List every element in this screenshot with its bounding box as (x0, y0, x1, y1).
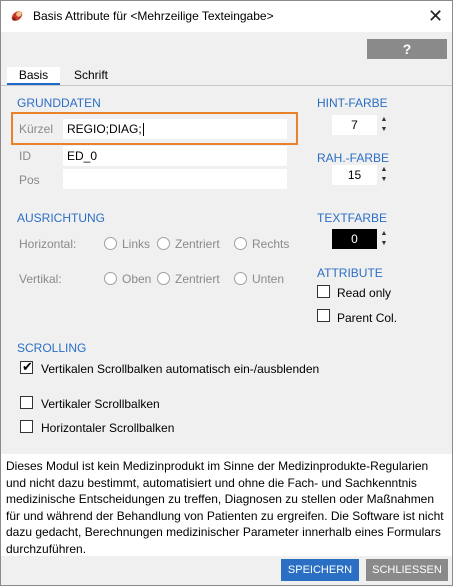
grunddaten-heading: GRUNDDATEN (17, 96, 101, 110)
ausrichtung-heading: AUSRICHTUNG (17, 211, 106, 225)
radio-horizontal-rechts-label: Rechts (252, 237, 290, 251)
kuerzel-value: REGIO;DIAG; (67, 122, 142, 136)
radio-vertikal-oben-label: Oben (122, 272, 152, 286)
rah-farbe-spinner[interactable]: ▲ ▼ (379, 165, 389, 185)
rah-farbe-heading: RAH.-FARBE (317, 151, 390, 165)
close-button[interactable]: SCHLIESSEN (366, 559, 448, 581)
attribute-heading: ATTRIBUTE (317, 266, 383, 280)
read-only-checkbox[interactable] (317, 285, 330, 298)
radio-horizontal-links[interactable] (104, 237, 117, 250)
text-caret (142, 123, 144, 137)
radio-vertikal-oben[interactable] (104, 272, 117, 285)
hint-farbe-spinner[interactable]: ▲ ▼ (379, 115, 389, 135)
notice-line: Dieses Modul ist kein Medizinprodukt im … (6, 459, 429, 473)
horizontal-label: Horizontal: (19, 237, 77, 251)
parent-col-label: Parent Col. (337, 311, 398, 325)
scrolling-heading: SCROLLING (17, 341, 87, 355)
textfarbe-heading: TEXTFARBE (317, 211, 388, 225)
notice-line: medizinische Entscheidungen zu treffen, … (6, 492, 435, 506)
help-button[interactable]: ? (367, 39, 447, 59)
vertical-scrollbar-label: Vertikaler Scrollbalken (41, 397, 160, 411)
notice-line: durchzuführen. (6, 541, 87, 556)
kuerzel-input[interactable]: REGIO;DIAG; (63, 119, 287, 139)
horizontal-scrollbar-label: Horizontaler Scrollbalken (41, 421, 175, 435)
id-input[interactable]: ED_0 (63, 146, 287, 166)
radio-vertikal-unten[interactable] (234, 272, 247, 285)
pos-label: Pos (19, 173, 40, 187)
app-capsule-icon (9, 8, 25, 24)
notice-line: für und während der Behandlung von Patie… (6, 508, 444, 523)
notice-line: dazu gedacht, Berechnungen medizinischer… (6, 525, 441, 539)
spin-up-icon[interactable]: ▲ (379, 229, 389, 239)
radio-horizontal-links-label: Links (122, 237, 151, 251)
radio-horizontal-zentriert[interactable] (157, 237, 170, 250)
hint-farbe-heading: HINT-FARBE (317, 96, 388, 110)
parent-col-checkbox[interactable] (317, 309, 330, 322)
radio-vertikal-unten-label: Unten (252, 272, 285, 286)
auto-scrollbar-label: Vertikalen Scrollbalken automatisch ein-… (41, 362, 320, 376)
tab-divider (1, 85, 452, 86)
dialog-window: Basis Attribute für <Mehrzeilige Textein… (0, 0, 453, 586)
spin-down-icon[interactable]: ▼ (379, 125, 389, 135)
hint-farbe-input[interactable]: 7 (332, 115, 377, 135)
textfarbe-input[interactable]: 0 (332, 229, 377, 249)
spin-down-icon[interactable]: ▼ (379, 175, 389, 185)
auto-scrollbar-checkbox[interactable]: ✔ (20, 359, 33, 374)
radio-horizontal-zentriert-label: Zentriert (175, 237, 220, 251)
radio-vertikal-zentriert-label: Zentriert (175, 272, 220, 286)
notice-line: und nicht dazu bestimmt, automatisiert u… (6, 475, 417, 490)
spin-down-icon[interactable]: ▼ (379, 239, 389, 249)
read-only-label: Read only (337, 286, 392, 300)
tab-basis[interactable]: Basis (7, 67, 60, 85)
id-label: ID (19, 149, 31, 163)
rah-farbe-input[interactable]: 15 (332, 165, 377, 185)
pos-input[interactable] (63, 169, 287, 189)
window-title: Basis Attribute für <Mehrzeilige Textein… (33, 9, 274, 23)
spin-up-icon[interactable]: ▲ (379, 165, 389, 175)
disclaimer-notice: Dieses Modul ist kein Medizinprodukt im … (1, 454, 452, 556)
title-bar: Basis Attribute für <Mehrzeilige Textein… (1, 1, 452, 32)
kuerzel-label: Kürzel (19, 122, 54, 136)
vertikal-label: Vertikal: (19, 272, 62, 286)
vertical-scrollbar-checkbox[interactable] (20, 396, 33, 409)
tab-schrift[interactable]: Schrift (60, 67, 122, 85)
check-icon: ✔ (22, 359, 33, 374)
radio-horizontal-rechts[interactable] (234, 237, 247, 250)
horizontal-scrollbar-checkbox[interactable] (20, 420, 33, 433)
textfarbe-spinner[interactable]: ▲ ▼ (379, 229, 389, 249)
save-button[interactable]: SPEICHERN (281, 559, 359, 581)
radio-vertikal-zentriert[interactable] (157, 272, 170, 285)
spin-up-icon[interactable]: ▲ (379, 115, 389, 125)
close-icon[interactable]: ✕ (419, 1, 452, 32)
